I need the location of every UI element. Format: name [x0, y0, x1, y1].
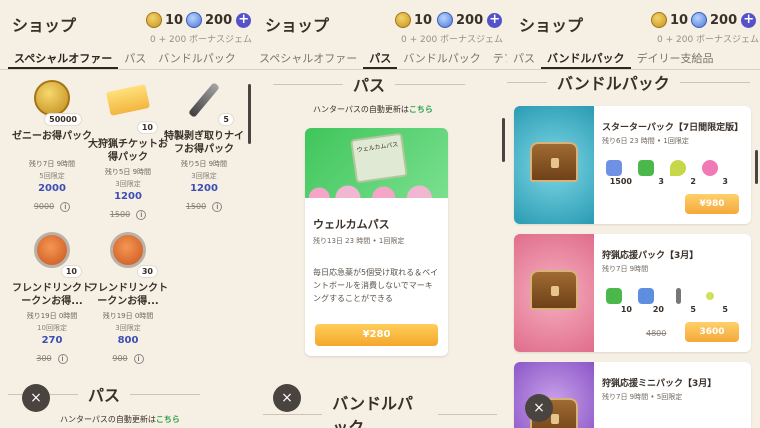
buy-pass-button[interactable]: ¥280 — [315, 324, 438, 346]
shop-header: ショップ 10 200 + 0 + 200 ボーナスジェム — [0, 0, 253, 45]
tab-bundle[interactable]: バンドルパック — [152, 46, 242, 69]
coin-balance: 10 — [146, 12, 183, 28]
shop-header: ショップ 10 200 + 0 + 200 ボーナスジェム — [507, 0, 760, 45]
gem-icon — [691, 12, 707, 28]
bundle-card[interactable]: 狩猟応援パック【3月】 残り7日 9時間 10 20 5 5 4800 3600 — [514, 234, 751, 352]
pass-section-title: パス — [263, 72, 475, 96]
buy-bundle-button[interactable]: 3600 — [685, 322, 739, 342]
scrollbar[interactable] — [502, 118, 505, 162]
bundle-image — [514, 234, 594, 352]
coin-balance: 10 — [395, 12, 432, 28]
tab-special[interactable]: スペシャルオファー — [253, 46, 363, 69]
info-icon[interactable]: i — [136, 210, 147, 220]
coin-icon — [651, 12, 667, 28]
tab-bar: パス バンドルパック デイリー支給品 — [507, 46, 760, 70]
gem-icon — [186, 12, 202, 28]
shop-header: ショップ 10 200 + 0 + 200 ボーナスジェム — [253, 0, 507, 45]
tab-special[interactable]: スペシャルオファー — [8, 46, 119, 69]
mega-potion-icon: 20 — [634, 286, 664, 314]
bonus-gems: 0 + 200 ボーナスジェム — [150, 35, 253, 45]
tab-pass[interactable]: パス — [363, 46, 398, 69]
drop-icon: 5 — [698, 286, 728, 314]
paintball-icon — [305, 178, 448, 198]
buy-bundle-button[interactable]: ¥980 — [685, 194, 739, 214]
scrollbar[interactable] — [248, 84, 251, 144]
tab-bundle[interactable]: バンドルパック — [397, 46, 487, 69]
add-gems-button[interactable]: + — [741, 12, 757, 28]
info-icon[interactable]: i — [133, 354, 144, 364]
bundle-section-title: バンドルパック — [507, 70, 760, 94]
bonus-gems: 0 + 200 ボーナスジェム — [401, 35, 504, 45]
tab-bundle[interactable]: バンドルパック — [541, 46, 631, 69]
bundle-image — [514, 362, 594, 428]
auto-update-link[interactable]: こちら — [409, 105, 433, 114]
coin-amount: 10 — [165, 12, 184, 28]
potion-icon: 10 — [602, 286, 632, 314]
shop-title: ショップ — [12, 16, 77, 35]
coin-balance: 10 — [651, 12, 688, 28]
shop-title: ショップ — [519, 16, 584, 35]
chest-icon — [530, 270, 578, 310]
offer-item[interactable]: 5 特製剥ぎ取りナイフお得パック 残り5日 9時間 3回限定 1200 1500… — [162, 80, 246, 213]
bundle-contents: 1500 3 2 3 — [602, 158, 728, 186]
zenny-coin-icon: 50000 — [28, 80, 82, 126]
bundle-contents: 10 20 5 5 — [602, 286, 728, 314]
gem-balance: 200 + — [437, 12, 503, 28]
offer-item[interactable]: 30 フレンドリンクトークンお得... 残り19日 0時間 3回限定 800 9… — [86, 232, 170, 365]
gem-balance: 200 + — [186, 12, 252, 28]
welcome-pass-image: ウェルカムパス — [305, 128, 448, 198]
gem-amount: 200 — [205, 12, 233, 28]
coin-icon — [146, 12, 162, 28]
tab-defer[interactable]: テファー — [487, 46, 507, 69]
offer-item[interactable]: 10 大狩猟チケットお得パック 残り5日 9時間 3回限定 1200 1500 i — [86, 80, 170, 221]
ticket-icon: 10 — [104, 84, 158, 134]
close-button[interactable]: × — [22, 384, 50, 412]
knife-icon: 5 — [180, 80, 234, 126]
auto-update-note: ハンターパスの自動更新はこちら — [60, 415, 180, 424]
shop-panel-pass: ショップ 10 200 + 0 + 200 ボーナスジェム スペシャルオファー パ… — [253, 0, 507, 428]
tab-bar: スペシャルオファー パス バンドルパック — [0, 46, 253, 70]
shop-panel-bundle: ショップ 10 200 + 0 + 200 ボーナスジェム パス バンドルパック … — [507, 0, 760, 428]
tab-daily[interactable]: デイリー支給品 — [631, 46, 720, 69]
auto-update-link[interactable]: こちら — [156, 415, 180, 424]
auto-update-note: ハンターパスの自動更新はこちら — [313, 105, 433, 114]
gem-icon — [437, 12, 453, 28]
info-icon[interactable]: i — [57, 354, 68, 364]
tab-pass[interactable]: パス — [118, 46, 152, 69]
gem-pack-icon: 1500 — [602, 158, 632, 186]
knife-icon: 5 — [666, 286, 696, 314]
bonus-gems: 0 + 200 ボーナスジェム — [657, 35, 760, 45]
tab-bar: スペシャルオファー パス バンドルパック テファー — [253, 46, 507, 70]
pass-description: 毎日応急薬が5個受け取れる＆ペイントボールを消費しないでマーキングすることができ… — [313, 268, 439, 303]
info-icon[interactable]: i — [60, 202, 71, 212]
add-gems-button[interactable]: + — [487, 12, 503, 28]
friend-token-icon: 30 — [104, 232, 158, 278]
bundle-card[interactable]: スターターパック【7日間限定版】 残り6日 23 時間 • 1回限定 1500 … — [514, 106, 751, 224]
add-gems-button[interactable]: + — [236, 12, 252, 28]
scrollbar[interactable] — [755, 150, 758, 184]
tab-pass[interactable]: パス — [507, 46, 541, 69]
chest-icon — [530, 142, 578, 182]
pass-name: ウェルカムパス — [313, 218, 390, 231]
pass-time: 残り13日 23 時間 • 1回限定 — [313, 237, 405, 245]
potion-icon: 3 — [634, 158, 664, 186]
friend-token-icon: 10 — [28, 232, 82, 278]
paintball-icon: 3 — [698, 158, 728, 186]
welcome-pass-card[interactable]: ウェルカムパス ウェルカムパス 残り13日 23 時間 • 1回限定 毎日応急薬… — [305, 128, 448, 356]
shop-title: ショップ — [265, 16, 330, 35]
shop-panel-special: ショップ 10 200 + 0 + 200 ボーナスジェム スペシャルオファー パ… — [0, 0, 253, 428]
close-button[interactable]: × — [525, 394, 553, 422]
pass-ticket-icon: ウェルカムパス — [350, 132, 408, 184]
gem-balance: 200 + — [691, 12, 757, 28]
bundle-image — [514, 106, 594, 224]
info-icon[interactable]: i — [212, 202, 223, 212]
offer-item[interactable]: 50000 ゼニーお得パック 残り7日 9時間 5回限定 2000 9000 i — [10, 80, 94, 213]
coin-icon — [395, 12, 411, 28]
offer-item[interactable]: 10 フレンドリンクトークンお得... 残り19日 0時間 10回限定 270 … — [10, 232, 94, 365]
close-button[interactable]: × — [273, 384, 301, 412]
drop-icon: 2 — [666, 158, 696, 186]
bundle-card[interactable]: 狩猟応援ミニパック【3月】 残り7日 9時間 • 5回限定 — [514, 362, 751, 428]
